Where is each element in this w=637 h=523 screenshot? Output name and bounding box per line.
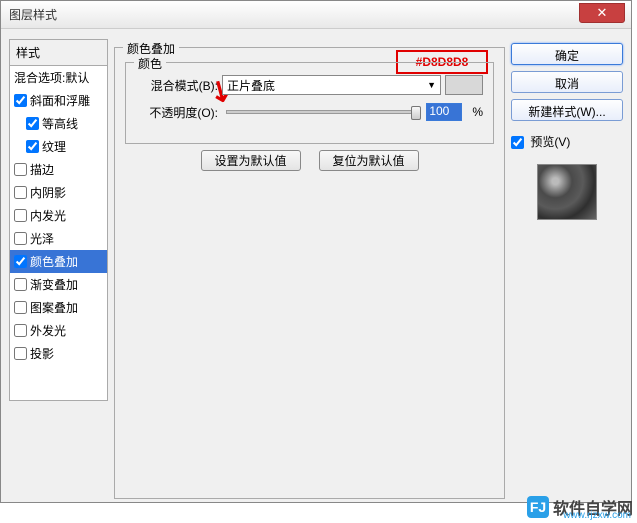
close-button[interactable]: ✕ [579,3,625,23]
style-checkbox[interactable] [14,94,27,107]
watermark-url: www.rjzxw.com [563,510,631,521]
opacity-row: 不透明度(O): 100 % [136,103,483,121]
style-item[interactable]: 等高线 [10,112,107,135]
style-label: 等高线 [42,117,78,131]
style-checkbox[interactable] [14,255,27,268]
style-checkbox[interactable] [14,278,27,291]
style-item[interactable]: 斜面和浮雕 [10,89,107,112]
ok-button[interactable]: 确定 [511,43,623,65]
preview-checkbox[interactable] [511,136,524,149]
style-label: 颜色叠加 [30,255,78,269]
color-swatch[interactable] [445,75,483,95]
preview-thumbnail [537,164,597,220]
style-label: 内阴影 [30,186,66,200]
style-label: 渐变叠加 [30,278,78,292]
opacity-label: 不透明度(O): [136,104,218,121]
style-label: 混合选项:默认 [14,71,89,85]
style-label: 斜面和浮雕 [30,94,90,108]
style-item[interactable]: 渐变叠加 [10,273,107,296]
style-item[interactable]: 描边 [10,158,107,181]
default-buttons-row: 设置为默认值 复位为默认值 [125,150,494,171]
layer-style-dialog: 图层样式 ✕ 样式 混合选项:默认斜面和浮雕等高线纹理描边内阴影内发光光泽颜色叠… [0,0,632,503]
blend-mode-value: 正片叠底 [227,77,275,94]
opacity-unit: % [472,105,483,119]
style-item[interactable]: 图案叠加 [10,296,107,319]
style-item[interactable]: 内发光 [10,204,107,227]
style-checkbox[interactable] [14,163,27,176]
preview-label: 预览(V) [530,135,570,149]
watermark-logo: FJ [527,496,549,518]
cancel-button[interactable]: 取消 [511,71,623,93]
color-group: 颜色 混合模式(B): 正片叠底 ▼ 不透明度(O): [125,62,494,144]
slider-thumb[interactable] [411,106,421,120]
styles-column: 样式 混合选项:默认斜面和浮雕等高线纹理描边内阴影内发光光泽颜色叠加渐变叠加图案… [9,39,108,494]
style-label: 图案叠加 [30,301,78,315]
style-checkbox[interactable] [26,140,39,153]
style-label: 外发光 [30,324,66,338]
style-item[interactable]: 混合选项:默认 [10,66,107,89]
style-checkbox[interactable] [14,324,27,337]
styles-header: 样式 [9,39,108,65]
settings-column: 颜色叠加 #D8D8D8 ↘ 颜色 混合模式(B): 正片叠底 ▼ 不透明度 [114,39,505,494]
style-item[interactable]: 外发光 [10,319,107,342]
style-checkbox[interactable] [14,232,27,245]
blend-mode-select[interactable]: 正片叠底 ▼ [222,75,441,95]
titlebar[interactable]: 图层样式 ✕ [1,1,631,29]
watermark: FJ 软件自学网 www.rjzxw.com [527,495,633,519]
styles-list: 混合选项:默认斜面和浮雕等高线纹理描边内阴影内发光光泽颜色叠加渐变叠加图案叠加外… [9,65,108,401]
opacity-slider[interactable] [226,110,418,114]
color-group-title: 颜色 [134,55,166,72]
action-column: 确定 取消 新建样式(W)... 预览(V) [511,39,623,494]
style-label: 光泽 [30,232,54,246]
preview-row: 预览(V) [511,133,623,150]
style-checkbox[interactable] [14,347,27,360]
style-checkbox[interactable] [14,209,27,222]
overlay-group: 颜色叠加 #D8D8D8 ↘ 颜色 混合模式(B): 正片叠底 ▼ 不透明度 [114,47,505,499]
style-label: 纹理 [42,140,66,154]
style-label: 描边 [30,163,54,177]
opacity-input[interactable]: 100 [426,103,462,121]
style-label: 内发光 [30,209,66,223]
style-label: 投影 [30,347,54,361]
new-style-button[interactable]: 新建样式(W)... [511,99,623,121]
make-default-button[interactable]: 设置为默认值 [201,150,301,171]
blend-mode-label: 混合模式(B): [136,77,218,94]
style-checkbox[interactable] [26,117,39,130]
style-item[interactable]: 纹理 [10,135,107,158]
style-checkbox[interactable] [14,301,27,314]
style-item[interactable]: 投影 [10,342,107,365]
window-title: 图层样式 [9,6,57,23]
style-checkbox[interactable] [14,186,27,199]
style-item[interactable]: 光泽 [10,227,107,250]
blend-mode-row: 混合模式(B): 正片叠底 ▼ [136,75,483,95]
chevron-down-icon: ▼ [427,80,436,90]
style-item[interactable]: 内阴影 [10,181,107,204]
style-item[interactable]: 颜色叠加 [10,250,107,273]
reset-default-button[interactable]: 复位为默认值 [319,150,419,171]
